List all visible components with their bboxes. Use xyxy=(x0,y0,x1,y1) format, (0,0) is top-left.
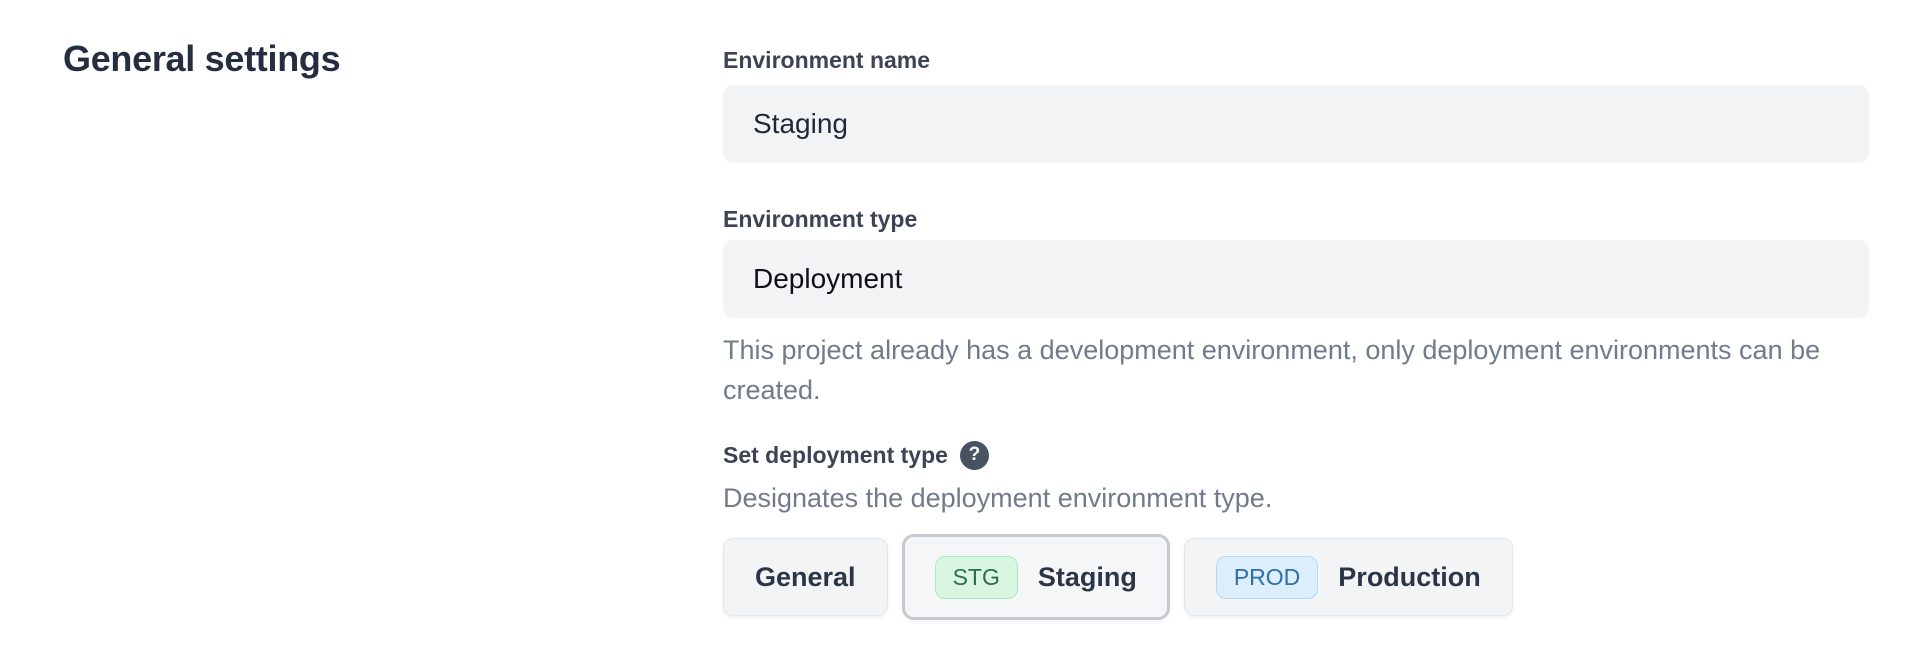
deployment-type-description: Designates the deployment environment ty… xyxy=(723,478,1869,518)
general-settings-page: General settings Environment name Enviro… xyxy=(0,0,1916,652)
option-staging-label: Staging xyxy=(1038,562,1137,593)
question-mark-icon[interactable]: ? xyxy=(960,441,989,470)
production-badge: PROD xyxy=(1216,556,1318,599)
option-general-label: General xyxy=(755,562,856,593)
environment-type-input[interactable] xyxy=(723,240,1869,318)
option-general-button[interactable]: General xyxy=(723,538,888,616)
environment-type-help-text: This project already has a development e… xyxy=(723,330,1869,410)
deployment-type-options: General STG Staging PROD Production xyxy=(723,534,1869,620)
staging-badge: STG xyxy=(935,556,1018,599)
environment-name-input[interactable] xyxy=(723,85,1869,163)
page-title: General settings xyxy=(63,38,340,80)
set-deployment-type-row: Set deployment type ? xyxy=(723,440,1869,470)
set-deployment-type-label: Set deployment type xyxy=(723,440,948,470)
environment-type-label: Environment type xyxy=(723,205,1869,233)
settings-form: Environment name Environment type This p… xyxy=(723,40,1869,620)
option-production-button[interactable]: PROD Production xyxy=(1184,538,1513,616)
environment-name-label: Environment name xyxy=(723,46,1869,74)
option-production-label: Production xyxy=(1338,562,1481,593)
option-staging-button[interactable]: STG Staging xyxy=(902,534,1170,620)
